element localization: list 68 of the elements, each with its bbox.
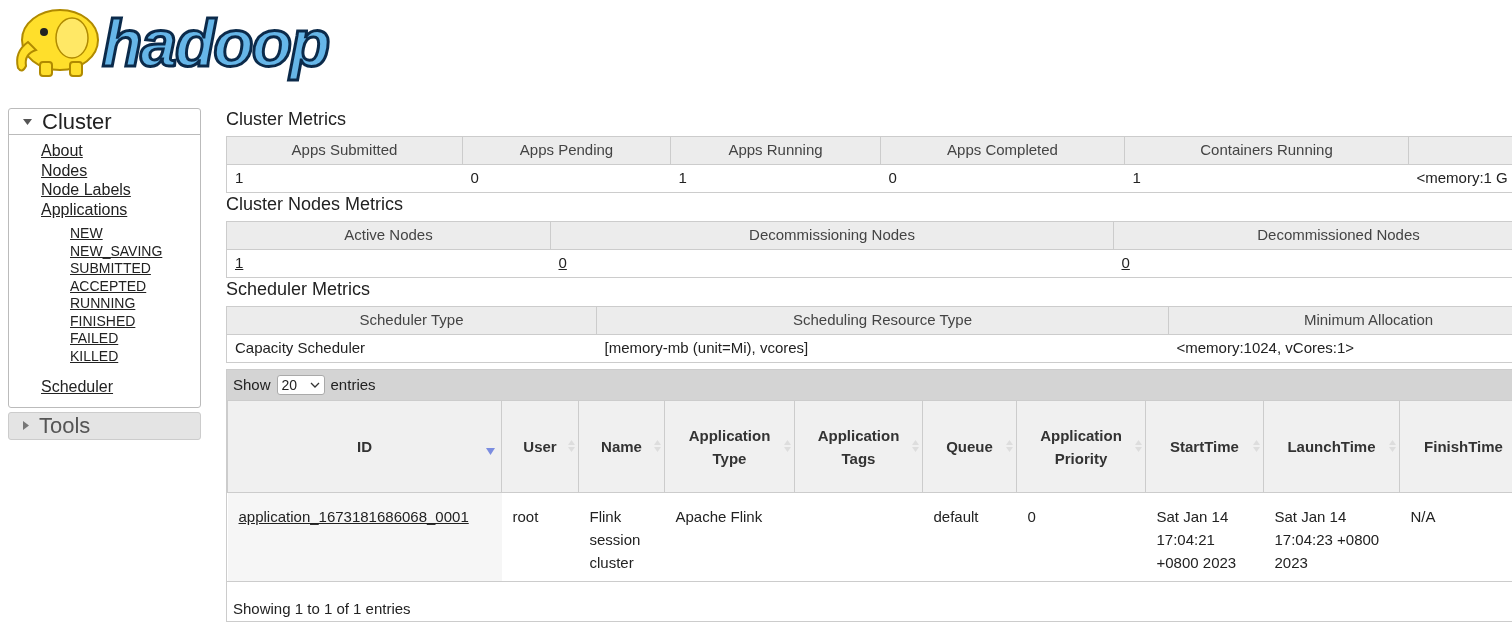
table-cell: <memory:1 G [1408, 164, 1512, 193]
column-header[interactable]: LaunchTime [1263, 400, 1400, 493]
column-header: Scheduling Resource Type [596, 306, 1169, 335]
table-cell: root [501, 492, 579, 581]
application-link[interactable]: application_1673181686068_0001 [238, 508, 469, 525]
sidebar-sublink[interactable]: RUNNING [70, 295, 136, 313]
expanded-caret-icon [23, 118, 32, 125]
chevron-down-icon [309, 382, 320, 388]
column-header[interactable]: StartTime [1145, 400, 1264, 493]
sidebar-sublink[interactable]: NEW_SAVING [70, 242, 163, 260]
metric-link[interactable]: 1 [235, 254, 244, 272]
column-header: Apps Pending [462, 136, 671, 165]
sidebar-link[interactable]: Applications [41, 199, 128, 219]
sidebar-link[interactable]: Node Labels [41, 180, 131, 200]
sidebar-link[interactable]: About [41, 141, 83, 161]
entries-summary: Showing 1 to 1 of 1 entries [233, 599, 411, 617]
table-cell: 1 [1124, 164, 1409, 193]
section-title: Cluster Metrics [226, 108, 347, 130]
table-cell: [memory-mb (unit=Mi), vcores] [596, 334, 1169, 363]
sidebar-link[interactable]: Scheduler [41, 377, 114, 397]
column-header[interactable]: Queue [922, 400, 1017, 493]
sidebar-sublink[interactable]: FAILED [70, 330, 119, 348]
table-cell: <memory:1024, vCores:1> [1168, 334, 1512, 363]
table-cell: N/A [1399, 492, 1512, 581]
sidebar-sublink[interactable]: SUBMITTED [70, 260, 151, 278]
column-header[interactable]: Name [578, 400, 665, 493]
table-cell: default [922, 492, 1017, 581]
table-cell: Flink session cluster [578, 492, 665, 581]
column-header[interactable]: FinishTime [1399, 400, 1512, 493]
column-header: Decommissioning Nodes [550, 221, 1114, 250]
metric-link[interactable]: 0 [1121, 254, 1130, 272]
panel-header[interactable]: Cluster [9, 109, 200, 135]
column-header: Minimum Allocation [1168, 306, 1512, 335]
column-header: Scheduler Type [226, 306, 597, 335]
column-header: Decommissioned Nodes [1113, 221, 1512, 250]
table-cell: 1 [226, 164, 463, 193]
metric-link[interactable]: 0 [558, 254, 567, 272]
sidebar-sublink[interactable]: KILLED [70, 347, 119, 365]
table-cell: 1 [670, 164, 881, 193]
column-header[interactable]: Application Priority [1016, 400, 1146, 493]
logo-text: hadoop [102, 8, 329, 78]
column-header[interactable]: Application Type [664, 400, 795, 493]
page-size-select[interactable]: 20 [276, 375, 325, 395]
show-label: Show [233, 374, 271, 395]
column-header[interactable]: ID [227, 400, 502, 493]
panel-header[interactable]: Tools [9, 412, 200, 439]
column-header: Containers Running [1124, 136, 1409, 165]
table-cell: 0 [1016, 492, 1146, 581]
sidebar-sublink[interactable]: NEW [70, 225, 103, 243]
table-cell: 0 [880, 164, 1125, 193]
column-header: Apps Running [670, 136, 881, 165]
column-header: Apps Submitted [226, 136, 463, 165]
table-cell: Apache Flink [664, 492, 795, 581]
table-cell: Capacity Scheduler [226, 334, 597, 363]
column-header[interactable]: User [501, 400, 579, 493]
column-header[interactable]: Application Tags [794, 400, 923, 493]
table-cell: 0 [462, 164, 671, 193]
table-cell: Sat Jan 14 17:04:23 +0800 2023 [1263, 492, 1400, 581]
section-title: Cluster Nodes Metrics [226, 193, 405, 215]
sidebar-sublink[interactable]: ACCEPTED [70, 277, 147, 295]
collapsed-caret-icon [23, 421, 29, 430]
sidebar-link[interactable]: Nodes [41, 160, 88, 180]
column-header: Active Nodes [226, 221, 551, 250]
sidebar-sublink[interactable]: FINISHED [70, 312, 136, 330]
table-cell: Sat Jan 14 17:04:21 +0800 2023 [1145, 492, 1264, 581]
section-title: Scheduler Metrics [226, 278, 372, 300]
entries-label: entries [330, 374, 376, 395]
column-header: Apps Completed [880, 136, 1125, 165]
